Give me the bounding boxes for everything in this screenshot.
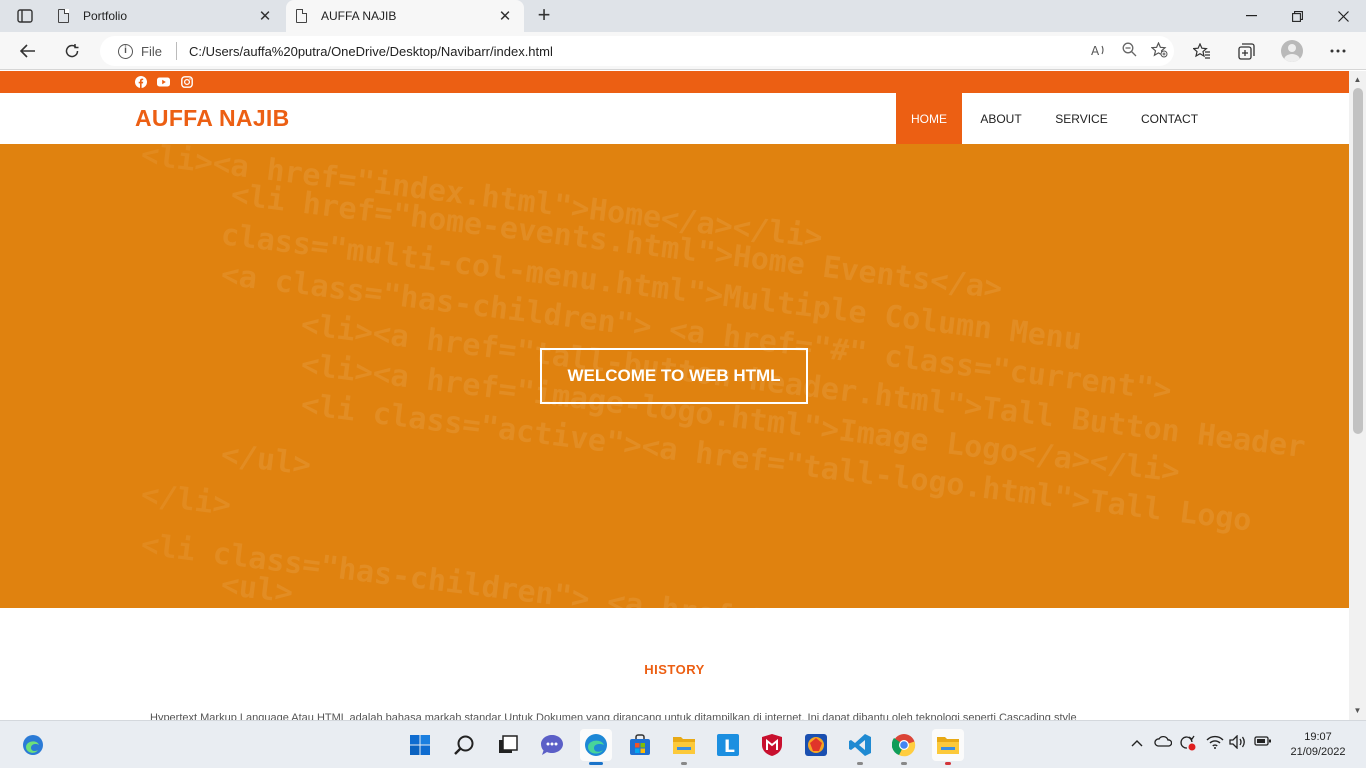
read-aloud-icon[interactable]: A <box>1084 43 1114 60</box>
scroll-down-icon[interactable]: ▼ <box>1349 704 1366 718</box>
hero-banner: <li><a href="index.html">Home</a></li> <… <box>0 144 1349 608</box>
profile-avatar[interactable] <box>1278 37 1306 65</box>
store-icon[interactable] <box>624 729 656 761</box>
sync-alert-icon[interactable] <box>1179 735 1197 754</box>
nav-contact[interactable]: CONTACT <box>1123 93 1216 144</box>
chrome-icon[interactable] <box>888 729 920 765</box>
volume-icon[interactable] <box>1229 734 1247 752</box>
active-indicator <box>589 762 603 765</box>
onedrive-icon[interactable] <box>1154 735 1173 750</box>
info-icon[interactable]: i <box>118 43 133 59</box>
add-favorite-icon[interactable] <box>1144 41 1174 61</box>
restore-button[interactable] <box>1274 0 1320 32</box>
show-hidden-icons[interactable] <box>1131 735 1143 750</box>
close-tab-icon[interactable]: ✕ <box>496 7 514 25</box>
running-indicator <box>901 762 907 765</box>
browser-tab-strip: Portfolio ✕ AUFFA NAJIB ✕ + <box>0 0 1366 32</box>
social-topbar <box>0 71 1349 93</box>
youtube-icon[interactable] <box>157 75 170 88</box>
collections-icon[interactable] <box>1232 37 1260 65</box>
file-explorer-2-icon[interactable] <box>932 729 964 765</box>
tab-portfolio[interactable]: Portfolio ✕ <box>48 0 284 32</box>
divider <box>175 42 177 60</box>
favorites-icon[interactable] <box>1188 37 1216 65</box>
task-view-icon[interactable] <box>492 729 524 761</box>
running-indicator <box>945 762 951 765</box>
svg-text:A: A <box>1091 44 1100 57</box>
teams-chat-icon[interactable] <box>536 729 568 761</box>
windows-taskbar: L 19:07 21/09/2022 <box>0 720 1366 768</box>
avatar <box>1281 40 1303 62</box>
history-title: HISTORY <box>644 662 705 677</box>
game-icon[interactable] <box>800 729 832 761</box>
running-indicator <box>857 762 863 765</box>
clock[interactable]: 19:07 21/09/2022 <box>1282 730 1354 760</box>
tab-title: AUFFA NAJIB <box>321 9 397 23</box>
address-bar-row: i File C:/Users/auffa%20putra/OneDrive/D… <box>0 32 1366 70</box>
clock-time: 19:07 <box>1304 731 1332 743</box>
nav-service[interactable]: SERVICE <box>1040 93 1123 144</box>
main-nav: HOME ABOUT SERVICE CONTACT <box>896 93 1216 144</box>
vscode-icon[interactable] <box>844 729 876 765</box>
running-indicator <box>681 762 687 765</box>
history-section: HISTORY Hypertext Markup Language Atau H… <box>0 608 1349 720</box>
edge-widget-icon[interactable] <box>17 729 49 761</box>
windows-start-icon[interactable] <box>404 729 436 761</box>
page-viewport: AUFFA NAJIB HOME ABOUT SERVICE CONTACT <… <box>0 71 1349 720</box>
refresh-button[interactable] <box>58 37 86 65</box>
minimize-button[interactable] <box>1228 0 1274 32</box>
back-button[interactable] <box>14 37 42 65</box>
page-icon <box>58 9 69 23</box>
svg-text:L: L <box>724 737 735 757</box>
scroll-up-icon[interactable]: ▲ <box>1349 73 1366 87</box>
file-explorer-icon[interactable] <box>668 729 700 765</box>
edge-icon[interactable] <box>580 729 612 765</box>
nav-about[interactable]: ABOUT <box>962 93 1040 144</box>
close-window-button[interactable] <box>1320 0 1366 32</box>
close-tab-icon[interactable]: ✕ <box>256 7 274 25</box>
clock-date: 21/09/2022 <box>1290 746 1346 758</box>
page-icon <box>296 9 307 23</box>
page-scrollbar[interactable]: ▲ ▼ <box>1349 71 1366 720</box>
site-header: AUFFA NAJIB HOME ABOUT SERVICE CONTACT <box>0 93 1349 144</box>
zoom-icon[interactable] <box>1114 42 1144 60</box>
tab-title: Portfolio <box>83 9 128 23</box>
new-tab-button[interactable]: + <box>532 4 556 28</box>
l-app-icon[interactable]: L <box>712 729 744 761</box>
tab-actions-icon[interactable] <box>8 4 42 28</box>
site-brand[interactable]: AUFFA NAJIB <box>135 105 290 132</box>
more-menu-icon[interactable] <box>1324 37 1352 65</box>
search-icon[interactable] <box>448 729 480 761</box>
nav-home[interactable]: HOME <box>896 93 962 144</box>
address-input[interactable]: i File C:/Users/auffa%20putra/OneDrive/D… <box>100 36 1174 66</box>
facebook-icon[interactable] <box>134 75 147 88</box>
social-links <box>134 75 193 88</box>
tab-auffa-najib[interactable]: AUFFA NAJIB ✕ <box>286 0 524 32</box>
scrollbar-thumb[interactable] <box>1353 88 1363 434</box>
mcafee-icon[interactable] <box>756 729 788 761</box>
url-text[interactable]: C:/Users/auffa%20putra/OneDrive/Desktop/… <box>189 44 1084 59</box>
file-scheme-label: File <box>141 43 162 59</box>
hero-heading: WELCOME TO WEB HTML <box>540 348 808 404</box>
wifi-icon[interactable] <box>1206 735 1224 752</box>
battery-icon[interactable] <box>1254 735 1272 750</box>
instagram-icon[interactable] <box>180 75 193 88</box>
history-text: Hypertext Markup Language Atau HTML adal… <box>150 712 1077 720</box>
